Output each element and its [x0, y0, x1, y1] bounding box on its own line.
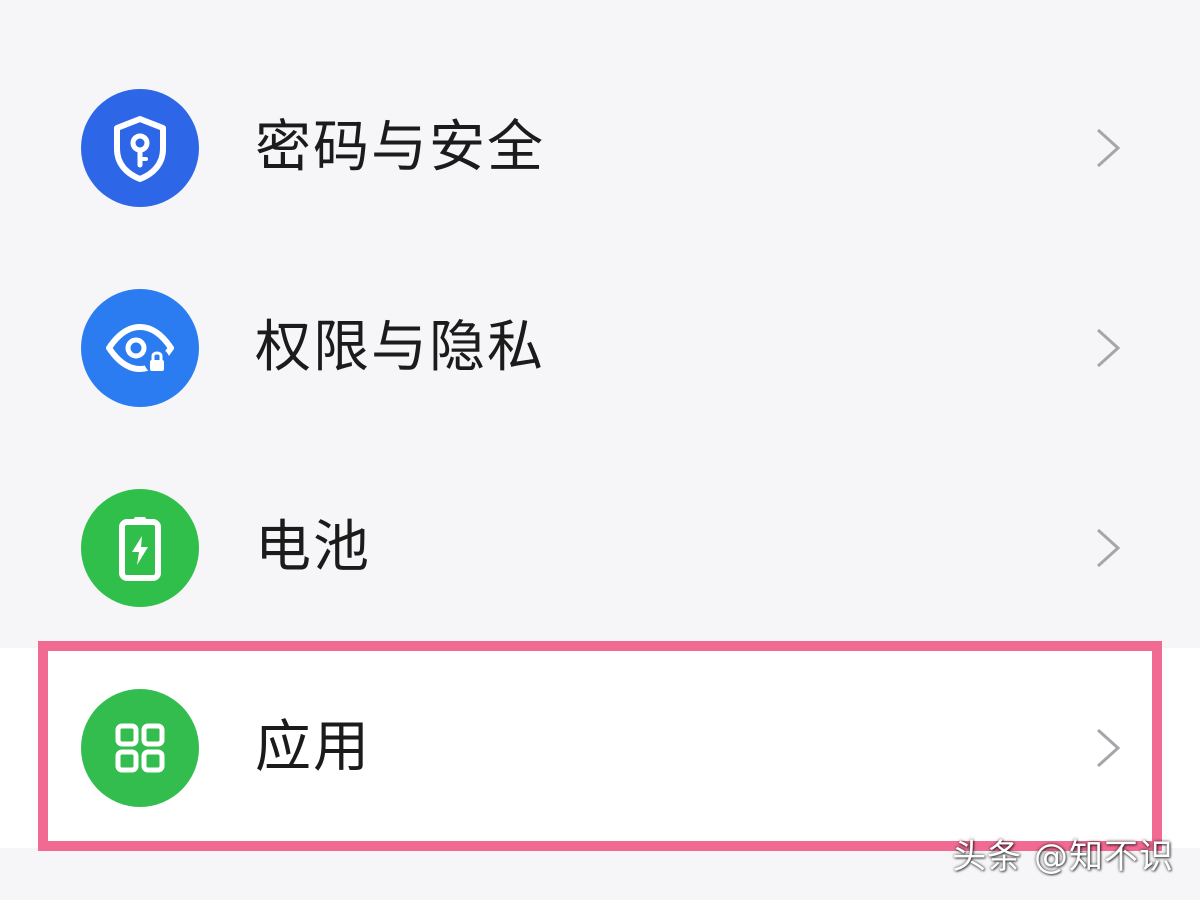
settings-item-label: 权限与隐私	[255, 315, 545, 380]
app-grid-icon	[81, 689, 199, 807]
watermark: 头条 @知不识	[952, 837, 1174, 877]
shield-key-icon	[81, 89, 199, 207]
settings-item-apps[interactable]: 应用	[0, 648, 1200, 848]
battery-icon	[81, 489, 199, 607]
eye-lock-icon	[81, 289, 199, 407]
settings-list: 密码与安全 权限与隐私 电池 应用	[0, 48, 1200, 848]
settings-item-label: 电池	[255, 515, 371, 580]
settings-item-label: 应用	[255, 715, 371, 780]
chevron-right-icon	[1096, 328, 1121, 368]
settings-page: 密码与安全 权限与隐私 电池 应用 头条 @知不识	[0, 0, 1200, 900]
chevron-right-icon	[1096, 128, 1121, 168]
settings-item-password-security[interactable]: 密码与安全	[0, 48, 1200, 248]
chevron-right-icon	[1096, 528, 1121, 568]
settings-item-permissions-privacy[interactable]: 权限与隐私	[0, 248, 1200, 448]
settings-item-battery[interactable]: 电池	[0, 448, 1200, 648]
settings-item-label: 密码与安全	[255, 115, 545, 180]
chevron-right-icon	[1096, 728, 1121, 768]
